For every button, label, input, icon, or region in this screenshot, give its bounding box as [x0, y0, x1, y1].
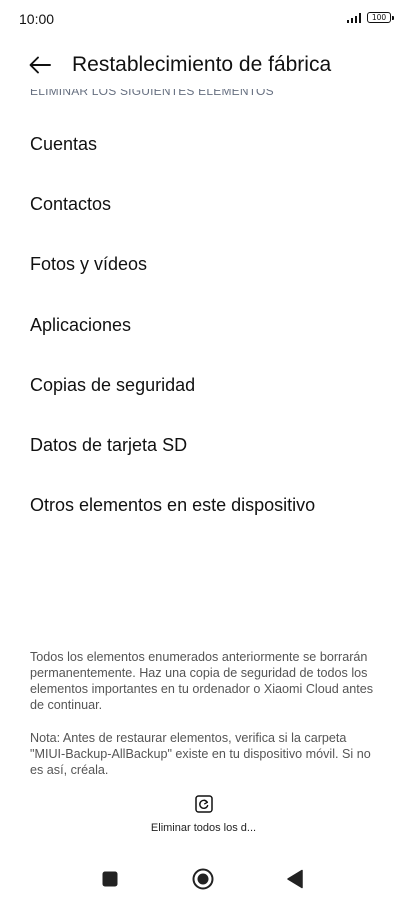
header: Restablecimiento de fábrica	[0, 44, 407, 88]
items-list: Cuentas Contactos Fotos y vídeos Aplicac…	[30, 114, 390, 536]
home-button[interactable]	[192, 868, 214, 890]
back-nav-button[interactable]	[284, 868, 306, 890]
warning-text: Todos los elementos enumerados anteriorm…	[30, 650, 374, 712]
back-triangle-icon	[287, 869, 303, 889]
list-item: Cuentas	[30, 133, 98, 154]
section-label: ELIMINAR LOS SIGUIENTES ELEMENTOS	[30, 89, 274, 101]
list-item: Aplicaciones	[30, 314, 132, 335]
signal-icon	[346, 12, 361, 23]
status-icons: 100	[346, 12, 394, 23]
list-item: Contactos	[30, 193, 112, 214]
status-bar: 10:00 100	[0, 0, 407, 40]
list-item: Copias de seguridad	[30, 374, 196, 395]
note-text: Nota: Antes de restaurar elementos, veri…	[30, 731, 371, 777]
list-item: Datos de tarjeta SD	[30, 435, 188, 456]
battery-level: 100	[371, 12, 387, 22]
erase-all-button[interactable]: Eliminar todos los d...	[0, 794, 407, 834]
list-item: Otros elementos en este dispositivo	[30, 495, 316, 516]
navigation-bar	[0, 860, 407, 900]
erase-all-label: Eliminar todos los d...	[150, 822, 257, 834]
reset-icon	[194, 795, 213, 813]
arrow-left-icon[interactable]	[28, 53, 52, 77]
home-icon	[192, 868, 214, 890]
section-label-text: ELIMINAR LOS SIGUIENTES ELEMENTOS	[30, 89, 274, 98]
battery-icon: 100	[367, 12, 394, 23]
list-item: Fotos y vídeos	[30, 254, 148, 275]
recent-apps-button[interactable]	[99, 868, 121, 890]
status-time: 10:00	[19, 11, 55, 27]
page-title: Restablecimiento de fábrica	[72, 53, 332, 76]
recent-apps-icon	[102, 871, 118, 887]
